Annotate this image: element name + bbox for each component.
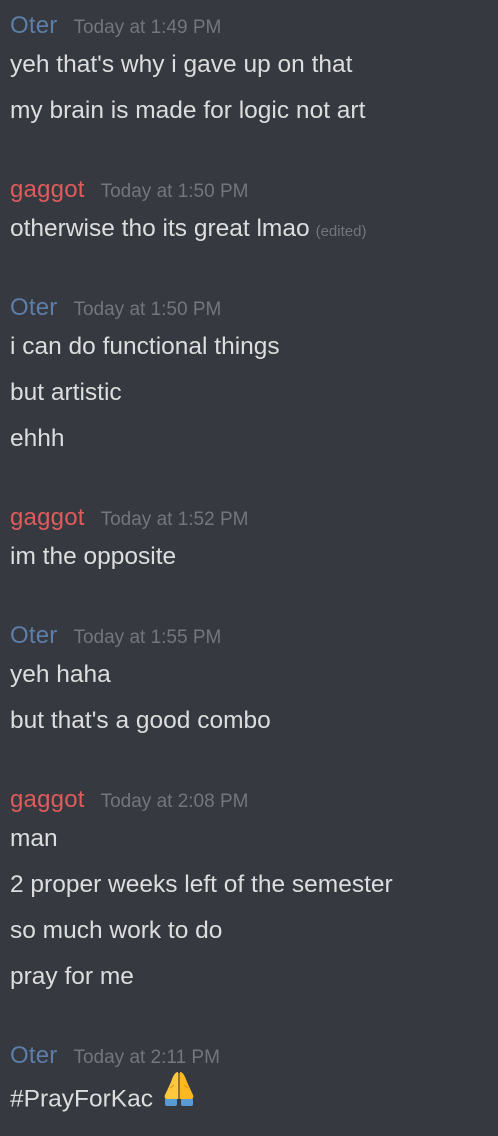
message-text: but artistic: [10, 379, 122, 406]
author-name[interactable]: gaggot: [10, 504, 85, 532]
author-name[interactable]: gaggot: [10, 176, 85, 204]
message-group: gaggot Today at 2:08 PM man 2 proper wee…: [10, 786, 488, 1000]
message-timestamp[interactable]: Today at 1:49 PM: [73, 17, 221, 39]
message-text: ehhh: [10, 425, 65, 452]
message-timestamp[interactable]: Today at 1:52 PM: [101, 509, 249, 531]
author-name[interactable]: Oter: [10, 622, 57, 650]
message-group: gaggot Today at 1:50 PM otherwise tho it…: [10, 176, 488, 252]
author-name[interactable]: gaggot: [10, 786, 85, 814]
author-name[interactable]: Oter: [10, 1042, 57, 1070]
message-text: 2 proper weeks left of the semester: [10, 871, 393, 898]
message-line: #PrayForKac: [10, 1072, 488, 1118]
folded-hands-icon[interactable]: [159, 1068, 199, 1124]
message-header: Oter Today at 1:55 PM: [10, 622, 488, 652]
author-name[interactable]: Oter: [10, 12, 57, 40]
message-header: Oter Today at 1:49 PM: [10, 12, 488, 42]
message-text: pray for me: [10, 963, 134, 990]
message-text: #PrayForKac: [10, 1085, 153, 1113]
message-group: Oter Today at 1:49 PM yeh that's why i g…: [10, 12, 488, 134]
edited-label: (edited): [315, 223, 367, 240]
message-header: gaggot Today at 2:08 PM: [10, 786, 488, 816]
message-group: Oter Today at 1:50 PM i can do functiona…: [10, 294, 488, 462]
message-text: so much work to do: [10, 917, 223, 944]
message-text: man: [10, 825, 58, 852]
message-text: im the opposite: [10, 543, 177, 570]
message-group: gaggot Today at 1:52 PM im the opposite: [10, 504, 488, 580]
message-text: otherwise tho its great lmao: [10, 215, 310, 242]
message-text: but that's a good combo: [10, 707, 271, 734]
message-header: Oter Today at 1:50 PM: [10, 294, 488, 324]
message-group: Oter Today at 1:55 PM yeh haha but that'…: [10, 622, 488, 744]
message-text: i can do functional things: [10, 333, 280, 360]
message-text: yeh haha: [10, 661, 111, 688]
chat-log: Oter Today at 1:49 PM yeh that's why i g…: [0, 0, 498, 1136]
message-header: Oter Today at 2:11 PM: [10, 1042, 488, 1072]
message-timestamp[interactable]: Today at 1:50 PM: [101, 181, 249, 203]
message-header: gaggot Today at 1:50 PM: [10, 176, 488, 206]
author-name[interactable]: Oter: [10, 294, 57, 322]
message-timestamp[interactable]: Today at 2:08 PM: [101, 791, 249, 813]
message-text: yeh that's why i gave up on that: [10, 51, 353, 78]
message-group: Oter Today at 2:11 PM #PrayForKac: [10, 1042, 488, 1118]
message-header: gaggot Today at 1:52 PM: [10, 504, 488, 534]
message-timestamp[interactable]: Today at 1:50 PM: [73, 299, 221, 321]
message-timestamp[interactable]: Today at 1:55 PM: [73, 627, 221, 649]
message-timestamp[interactable]: Today at 2:11 PM: [73, 1047, 219, 1069]
message-line: otherwise tho its great lmao (edited): [10, 206, 488, 252]
message-text: my brain is made for logic not art: [10, 97, 366, 124]
